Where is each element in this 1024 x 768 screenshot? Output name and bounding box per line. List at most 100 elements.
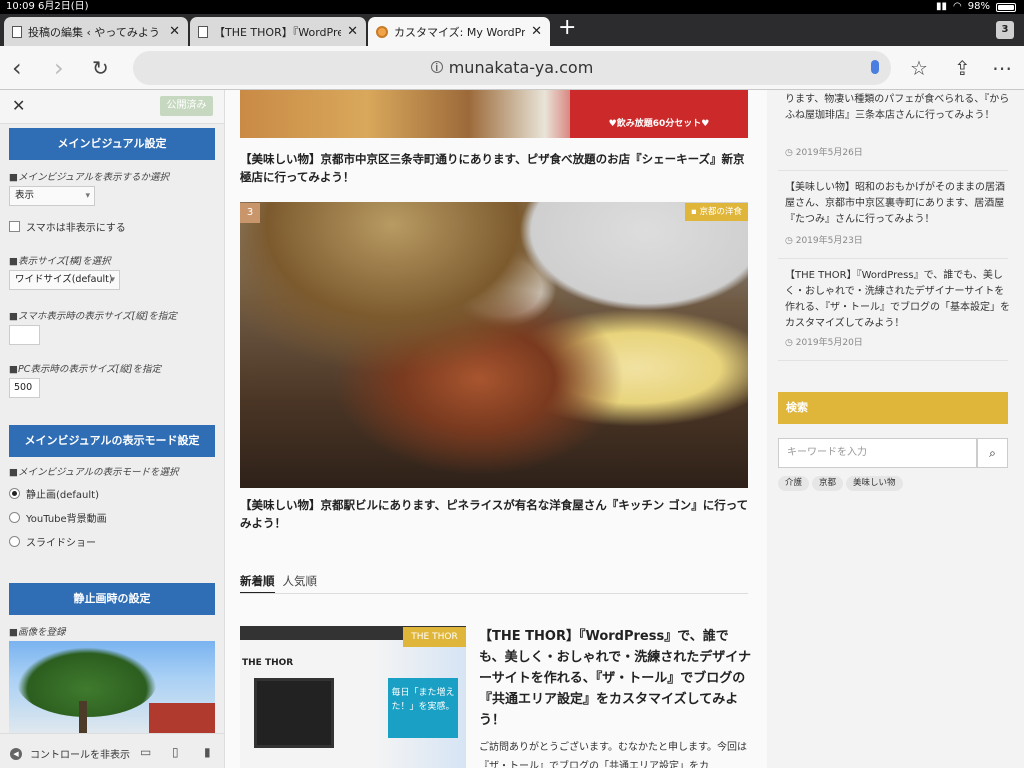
recent-post-date: ◷ 2019年5月23日 — [785, 233, 863, 246]
post-title[interactable]: 【THE THOR】『WordPress』で、誰でも、美しく・おしゃれで・洗練さ… — [479, 626, 751, 731]
mobile-icon[interactable]: ▮ — [204, 745, 211, 759]
preview-main: ♥飲み放題60分セット♥ 【美味しい物】京都市中京区三条寺町通りにあります、ピザ… — [225, 90, 767, 768]
tag-item[interactable]: 京都 — [812, 476, 844, 491]
category-label: 京都の洋食 — [699, 207, 742, 217]
back-icon[interactable]: ‹ — [12, 54, 22, 82]
more-icon[interactable]: ⋯ — [992, 56, 1012, 80]
share-icon[interactable]: ⇪ — [954, 56, 971, 80]
hide-controls-button[interactable]: ◀ コントロールを非表示 — [10, 746, 130, 761]
pc-size-input[interactable]: 500 — [9, 378, 40, 398]
publish-button[interactable]: 公開済み — [160, 96, 213, 116]
label-register-image: ■画像を登録 — [9, 627, 66, 638]
search-icon[interactable]: ⌕ — [977, 438, 1008, 468]
bookmark-star-icon[interactable]: ☆ — [910, 56, 928, 80]
search-widget-title: 検索 — [778, 392, 1008, 424]
hide-on-sp-checkbox[interactable]: スマホは非表示にする — [9, 219, 126, 234]
section-still-image[interactable]: 静止画時の設定 — [9, 583, 215, 615]
status-right: ▮▮ ◠ 98% — [936, 0, 1016, 14]
customizer-sidebar: ✕ 公開済み メインビジュアル設定 ■メインビジュアルを表示するか選択 表示 ス… — [0, 90, 225, 768]
show-select[interactable]: 表示 — [9, 186, 95, 206]
post-badge[interactable]: THE THOR — [403, 627, 466, 647]
category-badge[interactable]: ▪ 京都の洋食 — [685, 203, 748, 221]
hide-on-sp-label: スマホは非表示にする — [26, 223, 126, 234]
radio-dot[interactable] — [9, 488, 20, 499]
radio-dot[interactable] — [9, 512, 20, 523]
browser-toolbar: ‹ › ↻ i munakata-ya.com ☆ ⇪ ⋯ — [0, 46, 1024, 90]
radio-dot[interactable] — [9, 536, 20, 547]
mode-radio-still[interactable]: 静止画(default) — [9, 486, 99, 501]
desktop-icon[interactable]: ▭ — [140, 745, 151, 759]
label-pc-size: ■PC表示時の表示サイズ[縦]を指定 — [9, 364, 161, 375]
battery-icon — [996, 2, 1016, 12]
doc-icon — [12, 25, 22, 38]
status-bar: 10:09 6月2日(日) ▮▮ ◠ 98% — [0, 0, 1024, 14]
sort-tabs: 新着順 人気順 — [240, 573, 318, 594]
sp-size-input[interactable] — [9, 325, 40, 345]
post-excerpt: ご訪問ありがとうございます。むなかたと申します。今回は『ザ・トール』でブログの「… — [479, 742, 747, 768]
post-caption-1[interactable]: 【美味しい物】京都市中京区三条寺町通りにあります、ピザ食べ放題のお店『シェーキー… — [240, 150, 750, 186]
collapse-icon: ◀ — [10, 747, 22, 760]
doc-icon — [198, 25, 208, 38]
pizza-photo[interactable]: ♥飲み放題60分セット♥ — [240, 90, 748, 138]
date-text: 2019年5月23日 — [795, 236, 863, 246]
recent-post-3[interactable]: 【THE THOR】『WordPress』で、誰でも、美しく・おしゃれで・洗練さ… — [785, 268, 1010, 332]
url-text: munakata-ya.com — [448, 58, 594, 77]
label-show-select: ■メインビジュアルを表示するか選択 — [9, 172, 170, 183]
label-size-select: ■表示サイズ[横]を選択 — [9, 256, 111, 267]
label-mode-select: ■メインビジュアルの表示モードを選択 — [9, 467, 179, 478]
signal-icon: ▮▮ — [936, 1, 948, 12]
size-select[interactable]: ワイドサイズ(default) — [9, 270, 120, 290]
registered-image[interactable] — [9, 641, 215, 733]
thumb-logo: THE THOR — [242, 658, 294, 668]
close-icon[interactable]: ✕ — [12, 96, 25, 115]
divider — [778, 258, 1008, 259]
tab-close-icon[interactable]: ✕ — [347, 24, 358, 39]
browser-tab-2[interactable]: 【THE THOR】『WordPress ✕ — [190, 17, 366, 46]
search-input[interactable]: キーワードを入力 — [778, 438, 977, 468]
post-caption-2[interactable]: 【美味しい物】京都駅ビルにあります、ピネライスが有名な洋食屋さん『キッチン ゴン… — [240, 496, 750, 532]
mode-label: YouTube背景動画 — [26, 514, 107, 525]
right-sidebar: ります、物凄い種類のパフェが食べられる、『からふね屋珈琲店』三条本店さんに行って… — [767, 90, 1024, 768]
shrine-shape — [149, 703, 215, 733]
customizer-footer: ◀ コントロールを非表示 ▭ ▯ ▮ — [0, 733, 224, 768]
mode-label: スライドショー — [26, 538, 96, 549]
reload-icon[interactable]: ↻ — [92, 56, 109, 80]
mode-radio-slideshow[interactable]: スライドショー — [9, 534, 96, 549]
tab-close-icon[interactable]: ✕ — [169, 24, 180, 39]
tab-count-button[interactable]: 3 — [996, 21, 1014, 39]
clock-icon: ◷ — [785, 338, 796, 348]
tab-close-icon[interactable]: ✕ — [531, 24, 542, 39]
food-photo[interactable] — [240, 202, 748, 488]
mode-label: 静止画(default) — [26, 490, 99, 501]
thumb-monitor — [254, 678, 334, 748]
status-time: 10:09 — [6, 1, 35, 12]
clock-icon: ◷ — [785, 148, 796, 158]
tab-popular[interactable]: 人気順 — [283, 574, 318, 588]
post-thumbnail[interactable]: THE THOR 毎日「また増えた！」を実感。 — [240, 626, 466, 768]
tab-divider — [240, 593, 748, 594]
tag-item[interactable]: 介護 — [778, 476, 810, 491]
recent-post-2[interactable]: 【美味しい物】昭和のおもかげがそのままの居酒屋さん、京都市中京区裏寺町にあります… — [785, 180, 1010, 228]
browser-tab-1[interactable]: 投稿の編集 ‹ やってみよう ✕ — [4, 17, 188, 46]
mode-radio-youtube[interactable]: YouTube背景動画 — [9, 510, 107, 525]
recent-post-1[interactable]: ります、物凄い種類のパフェが食べられる、『からふね屋珈琲店』三条本店さんに行って… — [785, 92, 1010, 124]
mic-icon[interactable] — [871, 60, 879, 74]
recent-post-date: ◷ 2019年5月20日 — [785, 335, 863, 348]
tablet-icon[interactable]: ▯ — [172, 745, 179, 759]
url-bar[interactable]: i munakata-ya.com — [133, 51, 891, 85]
tab-title: カスタマイズ: My WordPress — [394, 25, 526, 39]
new-tab-button[interactable]: + — [558, 15, 576, 40]
wifi-icon: ◠ — [953, 1, 962, 12]
tab-title: 【THE THOR】『WordPress — [214, 25, 342, 39]
thumb-copy: 毎日「また増えた！」を実感。 — [388, 678, 458, 738]
tab-newest[interactable]: 新着順 — [240, 574, 275, 594]
tag-item[interactable]: 美味しい物 — [846, 476, 903, 491]
forward-icon[interactable]: › — [54, 54, 64, 82]
section-main-visual[interactable]: メインビジュアル設定 — [9, 128, 215, 160]
section-display-mode[interactable]: メインビジュアルの表示モード設定 — [9, 425, 215, 457]
customizer-header: ✕ 公開済み — [0, 90, 224, 124]
date-text: 2019年5月26日 — [795, 148, 863, 158]
battery-percent: 98% — [967, 1, 990, 12]
browser-tab-3[interactable]: カスタマイズ: My WordPress ✕ — [368, 17, 550, 46]
checkbox-box[interactable] — [9, 221, 20, 232]
